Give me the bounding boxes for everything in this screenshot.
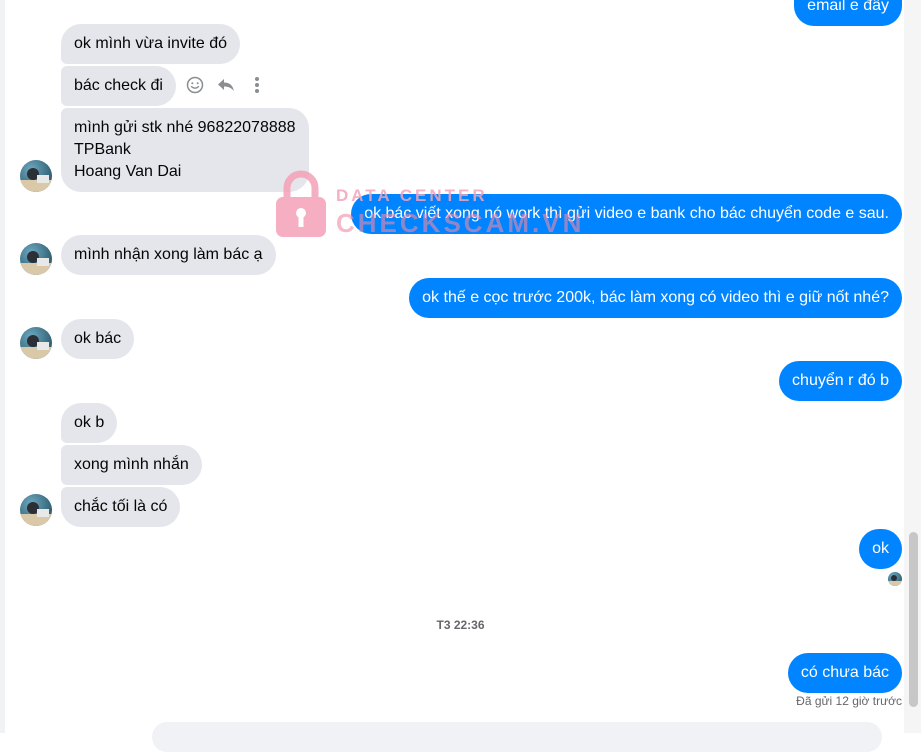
message-line: TPBank: [74, 141, 131, 158]
outgoing-message[interactable]: ok bác viết xong nó work thì gửi video e…: [351, 194, 902, 234]
message-text: chuyển r đó b: [792, 372, 889, 389]
contact-avatar[interactable]: [20, 160, 52, 192]
scrollbar[interactable]: [904, 0, 921, 733]
incoming-message[interactable]: ok bác: [61, 319, 135, 359]
message-text: ok mình vừa invite đó: [74, 35, 228, 52]
react-icon[interactable]: [185, 75, 205, 95]
more-options-icon[interactable]: [247, 75, 267, 95]
incoming-message[interactable]: mình nhận xong làm bác ạ: [61, 235, 276, 275]
contact-avatar[interactable]: [20, 327, 52, 359]
message-line: Hoang Van Dai: [74, 163, 182, 180]
reply-icon[interactable]: [216, 75, 236, 95]
incoming-message-multiline[interactable]: mình gửi stk nhé 96822078888 TPBank Hoan…: [61, 108, 309, 192]
incoming-message[interactable]: chắc tối là có: [61, 487, 181, 527]
message-text: ok: [872, 540, 889, 557]
message-text: ok bác viết xong nó work thì gửi video e…: [364, 205, 889, 222]
contact-avatar[interactable]: [20, 494, 52, 526]
sent-status: Đã gửi 12 giờ trước: [796, 694, 902, 708]
message-text: ok b: [74, 414, 105, 431]
outgoing-message[interactable]: ok: [859, 529, 902, 569]
message-text: bác check đi: [74, 77, 163, 94]
contact-avatar[interactable]: [20, 243, 52, 275]
message-line: mình gửi stk nhé 96822078888: [74, 119, 296, 136]
incoming-message[interactable]: ok mình vừa invite đó: [61, 24, 241, 64]
seen-avatar-icon: [888, 572, 902, 586]
message-text: có chưa bác: [800, 664, 889, 681]
message-text: ok thế e cọc trước 200k, bác làm xong có…: [422, 289, 889, 306]
outgoing-message[interactable]: chuyển r đó b: [779, 361, 902, 401]
message-text: mình nhận xong làm bác ạ: [74, 246, 263, 263]
incoming-message[interactable]: ok b: [61, 403, 118, 443]
outgoing-message[interactable]: có chưa bác: [787, 653, 902, 693]
outgoing-message[interactable]: ok thế e cọc trước 200k, bác làm xong có…: [409, 278, 902, 318]
outgoing-message[interactable]: email e đây: [794, 0, 902, 26]
incoming-message[interactable]: bác check đi: [61, 66, 176, 106]
message-text: xong mình nhắn: [74, 456, 189, 473]
message-text: ok bác: [74, 330, 122, 347]
message-text: chắc tối là có: [74, 498, 168, 515]
scrollbar-thumb[interactable]: [909, 532, 918, 707]
incoming-message[interactable]: xong mình nhắn: [61, 445, 202, 485]
message-hover-actions: [185, 75, 267, 95]
message-composer[interactable]: [152, 722, 882, 752]
message-text: email e đây: [807, 0, 889, 14]
message-timestamp: T3 22:36: [436, 618, 485, 632]
